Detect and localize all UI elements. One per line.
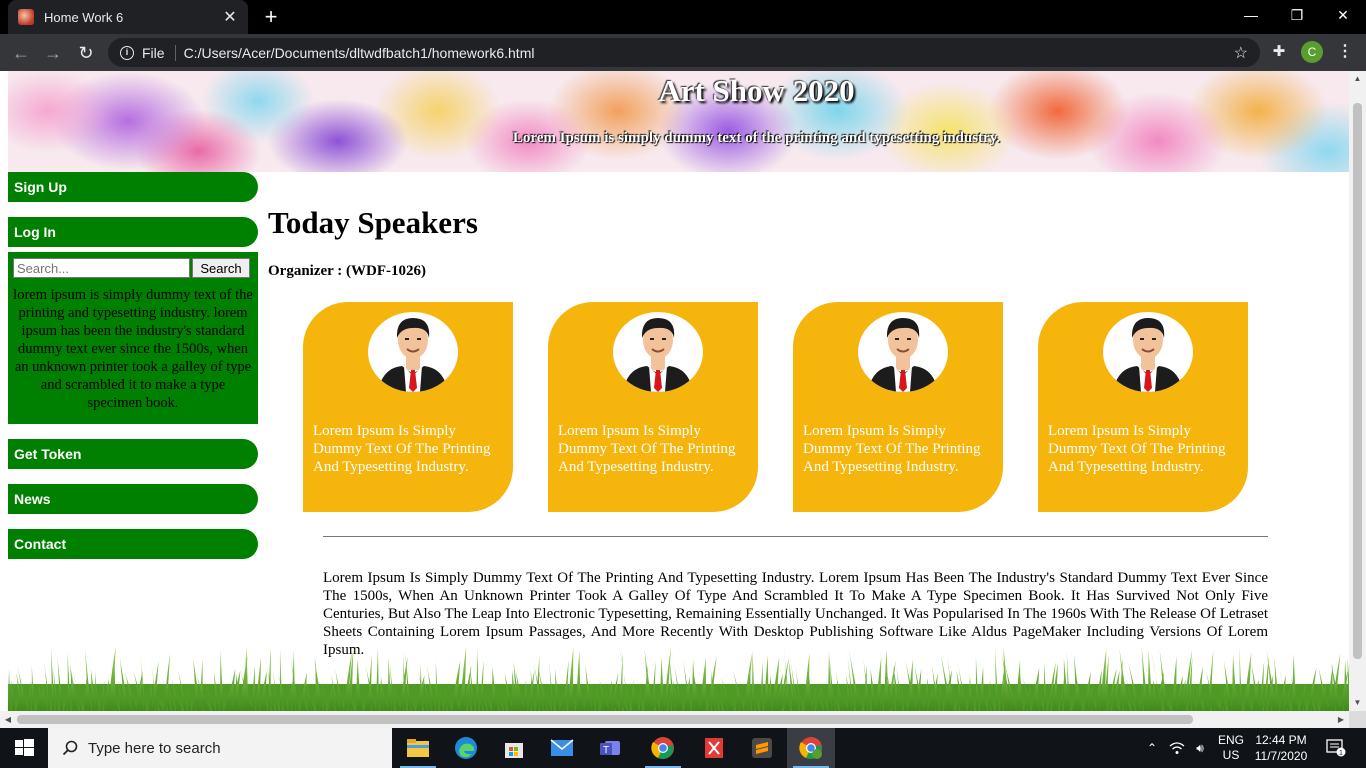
sidebar-link-get-token[interactable]: Get Token: [8, 439, 258, 469]
scroll-down-icon[interactable]: ▼: [1349, 695, 1366, 711]
scrollbar-corner: [1349, 711, 1366, 728]
header-tagline: Lorem Ipsum is simply dummy text of the …: [512, 130, 1001, 146]
speaker-card: Lorem Ipsum Is Simply Dummy Text Of The …: [1038, 302, 1248, 512]
profile-avatar[interactable]: C: [1301, 41, 1323, 63]
sidebar: Sign Up Log In Search lorem ipsum is sim…: [8, 172, 258, 559]
notification-count: 1: [1339, 750, 1343, 757]
favicon-icon: [18, 9, 34, 25]
browser-toolbar: ← → ↻ i File C:/Users/Acer/Documents/dlt…: [0, 34, 1366, 71]
search-icon: [62, 740, 78, 756]
info-icon[interactable]: i: [120, 45, 134, 60]
content-divider: [323, 536, 1268, 537]
search-input[interactable]: [13, 258, 190, 278]
scroll-up-icon[interactable]: ▲: [1349, 71, 1366, 87]
wifi-icon[interactable]: [1166, 728, 1188, 768]
restore-button[interactable]: ❐: [1274, 0, 1320, 30]
horizontal-scroll-thumb[interactable]: [17, 715, 1193, 724]
sidebar-search-box: Search lorem ipsum is simply dummy text …: [8, 252, 258, 424]
chrome-icon[interactable]: [639, 728, 687, 768]
taskbar-search-placeholder: Type here to search: [88, 739, 221, 757]
scroll-left-icon[interactable]: ◀: [0, 711, 16, 728]
reload-icon[interactable]: ↻: [73, 40, 99, 66]
vertical-scrollbar[interactable]: ▲ ▼: [1349, 71, 1366, 711]
tab-title: Home Work 6: [44, 9, 124, 25]
close-window-button[interactable]: ✕: [1320, 0, 1366, 30]
volume-icon[interactable]: 🔊︎: [1188, 728, 1212, 768]
speaker-caption: Lorem Ipsum Is Simply Dummy Text Of The …: [1048, 423, 1226, 475]
speaker-caption: Lorem Ipsum Is Simply Dummy Text Of The …: [558, 423, 736, 475]
web-page: Art Show 2020 Lorem Ipsum is simply dumm…: [8, 71, 1349, 711]
grass-footer-image: [8, 646, 1349, 711]
edge-icon[interactable]: [442, 728, 490, 768]
microsoft-store-icon[interactable]: [490, 728, 538, 768]
browser-tab[interactable]: Home Work 6 ✕: [8, 0, 248, 34]
sidebar-link-log-in[interactable]: Log In: [8, 217, 258, 247]
omnibox-divider: [174, 44, 176, 61]
speaker-avatar-icon: [368, 312, 458, 392]
speakers-heading: Today Speakers: [268, 205, 478, 240]
sidebar-text: lorem ipsum is simply dummy text of the …: [13, 287, 253, 411]
forward-icon[interactable]: →: [40, 40, 66, 66]
svg-text:T: T: [603, 745, 609, 756]
clock-time: 12:44 PM: [1255, 733, 1307, 747]
extensions-icon[interactable]: ✚: [1270, 43, 1288, 61]
speaker-avatar-icon: [1103, 312, 1193, 392]
organizer-label: Organizer : (WDF-1026): [268, 263, 427, 279]
speaker-card: Lorem Ipsum Is Simply Dummy Text Of The …: [548, 302, 758, 512]
page-viewport: Art Show 2020 Lorem Ipsum is simply dumm…: [0, 71, 1366, 728]
tab-close-icon[interactable]: ✕: [222, 7, 238, 27]
page-header: Art Show 2020 Lorem Ipsum is simply dumm…: [8, 71, 1349, 172]
address-bar[interactable]: i File C:/Users/Acer/Documents/dltwdfbat…: [108, 38, 1260, 67]
mail-icon[interactable]: [538, 728, 586, 768]
scheme-label: File: [142, 44, 165, 61]
chrome-profile-window-icon[interactable]: [787, 728, 835, 768]
speaker-avatar-icon: [613, 312, 703, 392]
vertical-scroll-thumb[interactable]: [1353, 103, 1362, 659]
search-button[interactable]: Search: [192, 258, 250, 278]
new-tab-button[interactable]: +: [258, 4, 284, 30]
taskbar-search-box[interactable]: Type here to search: [48, 728, 392, 768]
notification-center-icon[interactable]: 1: [1318, 728, 1354, 768]
language-code: ENG: [1217, 733, 1244, 747]
clock-date: 11/7/2020: [1254, 749, 1308, 763]
speaker-card: Lorem Ipsum Is Simply Dummy Text Of The …: [793, 302, 1003, 512]
windows-taskbar: Type here to search T ⌃ 🔊︎ ENG US 12:44 …: [0, 728, 1366, 768]
url-text[interactable]: C:/Users/Acer/Documents/dltwdfbatch1/hom…: [184, 45, 1234, 61]
browser-tab-strip: Home Work 6 ✕ + — ❐ ✕: [0, 0, 1366, 34]
language-indicator[interactable]: ENG US: [1214, 728, 1248, 768]
horizontal-scrollbar[interactable]: ◀ ▶: [0, 711, 1349, 728]
region-code: US: [1222, 748, 1240, 762]
back-icon[interactable]: ←: [8, 40, 34, 66]
minimize-button[interactable]: —: [1228, 0, 1274, 30]
sidebar-link-contact[interactable]: Contact: [8, 529, 258, 559]
start-windows-icon[interactable]: [0, 728, 48, 768]
speaker-caption: Lorem Ipsum Is Simply Dummy Text Of The …: [803, 423, 981, 475]
speaker-caption: Lorem Ipsum Is Simply Dummy Text Of The …: [313, 423, 491, 475]
scroll-right-icon[interactable]: ▶: [1333, 711, 1349, 728]
bookmark-star-icon[interactable]: ☆: [1234, 43, 1248, 63]
show-hidden-icons-chevron-icon[interactable]: ⌃: [1140, 728, 1164, 768]
sidebar-link-news[interactable]: News: [8, 484, 258, 514]
speaker-avatar-icon: [858, 312, 948, 392]
browser-menu-icon[interactable]: ⋮: [1336, 42, 1354, 62]
teams-icon[interactable]: T: [586, 728, 634, 768]
sidebar-link-sign-up[interactable]: Sign Up: [8, 172, 258, 202]
clock[interactable]: 12:44 PM 11/7/2020: [1250, 728, 1312, 768]
speaker-card: Lorem Ipsum Is Simply Dummy Text Of The …: [303, 302, 513, 512]
page-title: Art Show 2020: [658, 73, 855, 108]
pdf-reader-icon[interactable]: [690, 728, 738, 768]
file-explorer-icon[interactable]: [394, 728, 442, 768]
sublime-text-icon[interactable]: [738, 728, 786, 768]
